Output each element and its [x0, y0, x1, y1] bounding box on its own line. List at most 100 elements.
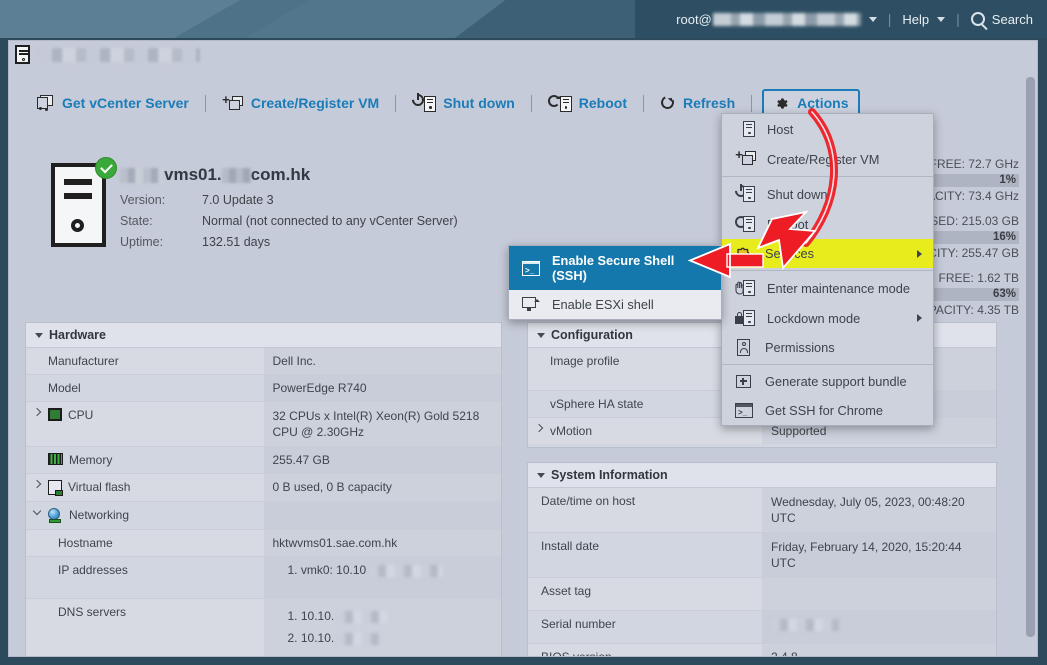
configuration-title: Configuration	[551, 328, 633, 342]
host-icon	[15, 45, 30, 64]
power-icon	[412, 94, 436, 112]
sysinfo-value: 2.4.8	[771, 650, 798, 657]
shut-down-label: Shut down	[443, 95, 515, 111]
hardware-value: PowerEdge R740	[273, 381, 367, 395]
status-ok-badge	[95, 157, 117, 179]
submenu-arrow-icon	[917, 314, 922, 322]
uptime-label: Uptime:	[120, 232, 202, 253]
hardware-panel: Hardware Manufacturer Dell Inc. Model Po…	[25, 322, 502, 657]
sysinfo-label: Asset tag	[541, 584, 591, 598]
search-button[interactable]: Search	[971, 12, 1033, 27]
search-icon	[971, 12, 985, 26]
configuration-label: Image profile	[550, 354, 619, 368]
get-vcenter-server-button[interactable]: Get vCenter Server	[31, 91, 195, 115]
shut-down-button[interactable]: Shut down	[406, 90, 521, 116]
menu-item-label: Reboot	[767, 217, 808, 232]
collapse-triangle-icon	[537, 333, 545, 338]
configuration-label: vMotion	[550, 424, 592, 438]
toolbar-divider-4	[643, 95, 644, 112]
host-summary: vms01. com.hk Version: 7.0 Update 3 Stat…	[51, 163, 458, 253]
hardware-label: CPU	[68, 408, 93, 422]
sysinfo-label: BIOS version	[541, 650, 612, 657]
table-row[interactable]: CPU 32 CPUs x Intel(R) Xeon(R) Gold 5218…	[26, 402, 501, 447]
table-row: IP addresses 1. vmk0: 10.10	[26, 557, 501, 599]
scrollbar-thumb[interactable]	[1026, 77, 1035, 637]
host-field-uptime: Uptime: 132.51 days	[120, 232, 458, 253]
reboot-label: Reboot	[579, 95, 627, 111]
refresh-button[interactable]: Refresh	[654, 91, 741, 115]
permissions-icon	[735, 339, 753, 356]
memory-percent: 16%	[993, 231, 1016, 244]
state-label: State:	[120, 211, 202, 232]
hardware-label: Virtual flash	[68, 480, 130, 494]
sysinfo-value: Friday, February 14, 2020, 15:20:44 UTC	[771, 540, 962, 570]
hardware-label: Model	[48, 381, 81, 395]
menu-separator-2	[722, 270, 933, 271]
hardware-value: hktwvms01.sae.com.hk	[273, 536, 398, 550]
hardware-label: Memory	[69, 453, 112, 467]
submenu-item-enable-ssh[interactable]: >_ Enable Secure Shell (SSH)	[509, 246, 721, 290]
host-name: vms01. com.hk	[120, 165, 458, 185]
expand-chevron-icon[interactable]	[33, 408, 41, 416]
table-row[interactable]: Networking	[26, 502, 501, 530]
menu-item-generate-support-bundle[interactable]: Generate support bundle	[722, 367, 933, 396]
create-register-vm-label: Create/Register VM	[251, 95, 379, 111]
vertical-scrollbar[interactable]	[1026, 69, 1035, 649]
help-menu[interactable]: Help	[902, 12, 945, 27]
breadcrumb[interactable]	[15, 45, 200, 64]
hardware-label: Networking	[69, 508, 129, 522]
table-row: Hostname hktwvms01.sae.com.hk	[26, 530, 501, 557]
user-menu[interactable]: root@	[676, 12, 877, 27]
hardware-value: 32 CPUs x Intel(R) Xeon(R) Gold 5218 CPU…	[273, 409, 480, 439]
menu-item-services[interactable]: Services	[722, 239, 933, 268]
cpu-percent: 1%	[999, 174, 1016, 187]
hardware-label: Manufacturer	[48, 354, 119, 368]
expand-chevron-icon[interactable]	[33, 480, 41, 488]
system-information-title: System Information	[551, 468, 668, 482]
menu-item-host[interactable]: Host	[722, 114, 933, 144]
create-register-vm-button[interactable]: + Create/Register VM	[216, 91, 385, 116]
toolbar-divider-1	[205, 95, 206, 112]
menu-item-lockdown-mode[interactable]: Lockdown mode	[722, 303, 933, 333]
state-value: Normal (not connected to any vCenter Ser…	[202, 211, 458, 232]
menu-item-label: Shut down	[767, 187, 827, 202]
actions-label: Actions	[797, 95, 848, 111]
create-vm-icon: +	[735, 150, 755, 168]
table-row: Manufacturer Dell Inc.	[26, 348, 501, 375]
menu-item-label: Services	[765, 246, 814, 261]
version-value: 7.0 Update 3	[202, 190, 274, 211]
maintenance-icon	[735, 279, 755, 297]
get-vcenter-server-label: Get vCenter Server	[62, 95, 189, 111]
chevron-down-icon	[869, 17, 877, 22]
submenu-item-enable-esxi-shell[interactable]: Enable ESXi shell	[509, 290, 721, 319]
menu-item-shut-down[interactable]: Shut down	[722, 179, 933, 209]
reboot-button[interactable]: Reboot	[542, 90, 633, 116]
menu-item-get-ssh-for-chrome[interactable]: >_ Get SSH for Chrome	[722, 396, 933, 425]
memory-icon	[48, 453, 63, 465]
menu-item-label: Host	[767, 122, 793, 137]
configuration-label: vSphere HA state	[550, 397, 643, 411]
actions-dropdown-menu: Host + Create/Register VM Shut down Reb	[721, 113, 934, 426]
menu-item-enter-maintenance-mode[interactable]: Enter maintenance mode	[722, 273, 933, 303]
menu-item-create-register-vm[interactable]: + Create/Register VM	[722, 144, 933, 174]
dns-1-redacted	[336, 611, 388, 623]
user-label: root@	[676, 12, 712, 27]
serial-number-redacted	[771, 619, 839, 631]
configuration-value: Supported	[771, 424, 826, 438]
collapse-chevron-icon[interactable]	[33, 507, 41, 515]
sysinfo-label: Install date	[541, 539, 599, 553]
reboot-icon	[735, 215, 755, 233]
hardware-panel-header[interactable]: Hardware	[26, 323, 501, 348]
table-row: Asset tag	[528, 578, 996, 611]
menu-item-reboot[interactable]: Reboot	[722, 209, 933, 239]
system-information-panel-header[interactable]: System Information	[528, 463, 996, 488]
services-icon	[735, 246, 753, 262]
table-row: Memory 255.47 GB	[26, 447, 501, 474]
cpu-icon	[48, 408, 62, 421]
menu-item-permissions[interactable]: Permissions	[722, 333, 933, 362]
sysinfo-value: Wednesday, July 05, 2023, 00:48:20 UTC	[771, 495, 965, 525]
hardware-value: 0 B used, 0 B capacity	[273, 480, 392, 494]
table-row[interactable]: Virtual flash 0 B used, 0 B capacity	[26, 474, 501, 502]
dns-2-redacted	[336, 633, 380, 645]
expand-chevron-icon[interactable]	[535, 424, 543, 432]
